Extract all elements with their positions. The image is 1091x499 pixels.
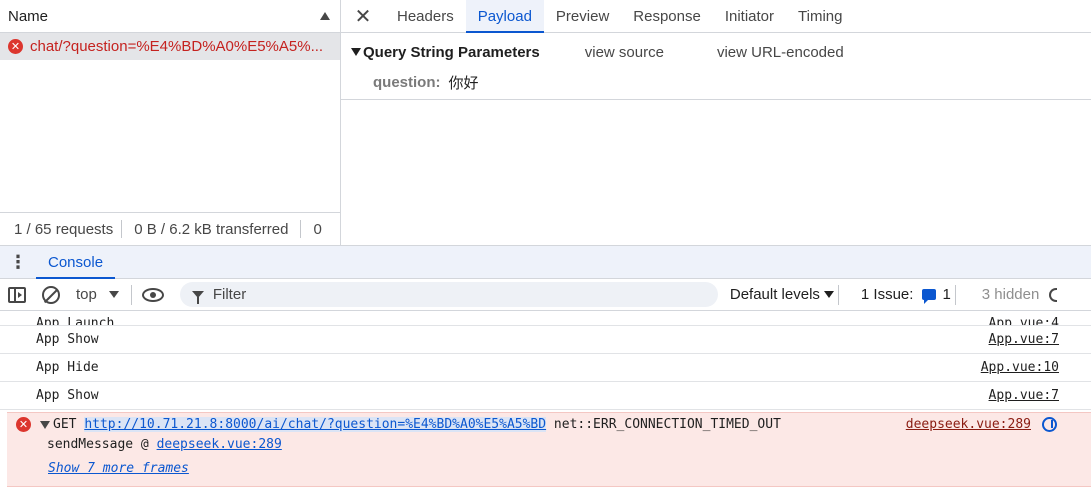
- drawer-tabbar: ⋮ Console: [0, 245, 1091, 279]
- divider: [837, 284, 839, 305]
- requests-count: 1 / 65 requests: [14, 220, 114, 238]
- tab-headers[interactable]: Headers: [385, 0, 466, 32]
- param-value: 你好: [448, 73, 479, 92]
- eye-icon: [141, 287, 164, 302]
- network-request-icon[interactable]: [1042, 417, 1057, 432]
- request-details: ✕ Headers Payload Preview Response Initi…: [341, 0, 1091, 245]
- tab-payload[interactable]: Payload: [465, 0, 545, 33]
- param-key: question:: [373, 73, 441, 91]
- issues-button[interactable]: 1 Issue: 1: [851, 286, 951, 304]
- expand-caret-icon[interactable]: [40, 421, 50, 429]
- error-code: net::ERR_CONNECTION_TIMED_OUT: [553, 416, 781, 432]
- source-link[interactable]: App.vue:4: [989, 316, 1059, 325]
- network-status-bar: 1 / 65 requests 0 B / 6.2 kB transferred…: [0, 212, 340, 245]
- context-selector[interactable]: top: [68, 286, 127, 303]
- console-toolbar: top Default levels 1 Issue: 1 3 hidden: [0, 279, 1091, 311]
- message-text: App Show: [36, 388, 99, 403]
- error-method: GET: [53, 416, 77, 432]
- show-sidebar-button[interactable]: [0, 279, 34, 310]
- gear-icon[interactable]: [1049, 287, 1058, 302]
- error-message: ✕ GET http://10.71.21.8:8000/ai/chat/?qu…: [7, 412, 1091, 487]
- source-link[interactable]: App.vue:7: [989, 332, 1059, 347]
- tab-response[interactable]: Response: [621, 0, 713, 32]
- console-message: App Show App.vue:7: [0, 382, 1091, 410]
- live-expression-button[interactable]: [136, 279, 170, 310]
- console-message: App Show App.vue:7: [0, 326, 1091, 354]
- error-header-line: ✕ GET http://10.71.21.8:8000/ai/chat/?qu…: [7, 413, 1091, 435]
- request-name: chat/?question=%E4%BD%A0%E5%A5%...: [30, 38, 324, 55]
- error-url[interactable]: http://10.71.21.8:8000/ai/chat/?question…: [84, 416, 547, 432]
- view-url-encoded-link[interactable]: view URL-encoded: [717, 44, 844, 61]
- tab-timing[interactable]: Timing: [786, 0, 854, 32]
- name-column-header[interactable]: Name: [0, 0, 340, 33]
- stack-function: sendMessage @: [47, 437, 149, 452]
- tab-initiator[interactable]: Initiator: [713, 0, 786, 32]
- name-header-label: Name: [8, 7, 49, 25]
- request-list: Name ✕ chat/?question=%E4%BD%A0%E5%A5%..…: [0, 0, 341, 245]
- issues-count: 1: [942, 286, 951, 303]
- divider: [130, 284, 132, 305]
- network-panel: Name ✕ chat/?question=%E4%BD%A0%E5%A5%..…: [0, 0, 1091, 245]
- query-param-row: question: 你好: [341, 71, 1091, 93]
- truncated-stat: 0: [313, 220, 322, 238]
- error-icon: ✕: [8, 39, 23, 54]
- view-source-link[interactable]: view source: [585, 44, 664, 61]
- filter-field[interactable]: [179, 282, 718, 307]
- clear-icon: [42, 285, 60, 304]
- error-icon: ✕: [16, 417, 31, 432]
- message-text: App Show: [36, 332, 99, 347]
- issue-icon: [922, 289, 937, 304]
- more-options-icon[interactable]: ⋮: [0, 246, 36, 278]
- divider: [954, 284, 956, 305]
- payload-section: Query String Parameters view source view…: [341, 33, 1091, 100]
- stack-frame: sendMessage @ deepseek.vue:289: [47, 437, 282, 452]
- message-text: App Hide: [36, 360, 99, 375]
- error-text: GET http://10.71.21.8:8000/ai/chat/?ques…: [53, 416, 781, 432]
- tab-console[interactable]: Console: [36, 246, 116, 279]
- log-levels-label: Default levels: [729, 286, 820, 303]
- stack-frame-link[interactable]: deepseek.vue:289: [157, 437, 282, 452]
- console-message: App Hide App.vue:10: [0, 354, 1091, 382]
- console-messages: App Launch App.vue:4 App Show App.vue:7 …: [0, 311, 1091, 499]
- source-link[interactable]: App.vue:7: [989, 388, 1059, 403]
- log-levels-dropdown[interactable]: Default levels: [730, 286, 834, 303]
- console-message: App Launch App.vue:4: [0, 311, 1091, 326]
- clear-console-button[interactable]: [34, 279, 68, 310]
- error-source-link[interactable]: deepseek.vue:289: [906, 417, 1031, 432]
- close-icon[interactable]: ✕: [341, 0, 385, 32]
- sort-ascending-icon[interactable]: [320, 12, 330, 20]
- filter-input[interactable]: [212, 286, 693, 303]
- collapse-caret-icon[interactable]: [351, 48, 361, 56]
- context-label: top: [76, 286, 97, 303]
- hidden-count: 3 hidden: [981, 286, 1040, 303]
- message-text: App Launch: [36, 316, 115, 326]
- chevron-down-icon: [823, 291, 834, 298]
- sidebar-toggle-icon: [8, 286, 26, 303]
- details-tabbar: ✕ Headers Payload Preview Response Initi…: [341, 0, 1091, 33]
- query-string-header: Query String Parameters view source view…: [341, 33, 1091, 71]
- show-more-frames-link[interactable]: Show 7 more frames: [48, 461, 189, 476]
- chevron-down-icon: [108, 291, 119, 298]
- filter-icon: [191, 291, 204, 304]
- transferred-size: 0 B / 6.2 kB transferred: [134, 220, 289, 238]
- request-row[interactable]: ✕ chat/?question=%E4%BD%A0%E5%A5%...: [0, 33, 340, 60]
- query-string-title[interactable]: Query String Parameters: [363, 44, 540, 61]
- tab-preview[interactable]: Preview: [544, 0, 621, 32]
- issues-label: 1 Issue:: [860, 286, 914, 303]
- source-link[interactable]: App.vue:10: [981, 360, 1059, 375]
